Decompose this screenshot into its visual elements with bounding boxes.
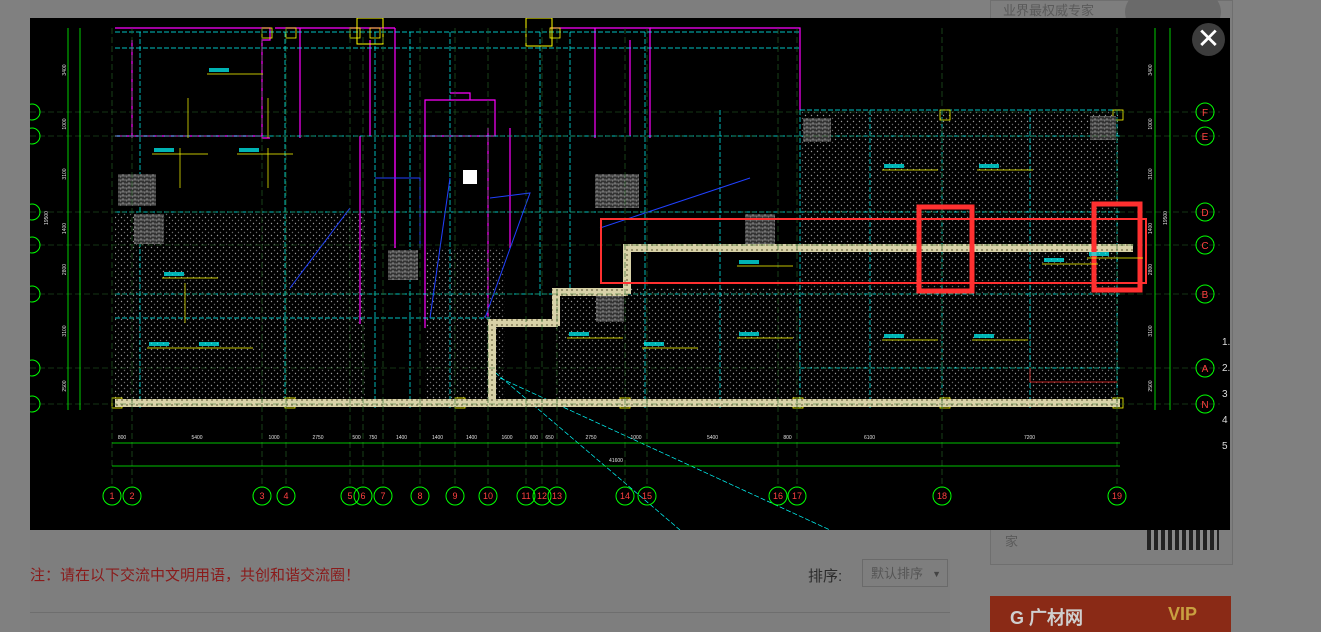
rebar-label [644, 342, 664, 346]
axis-label: D [1201, 208, 1208, 219]
dimension-text: 800 [783, 435, 792, 441]
axis-label: 13 [552, 491, 562, 501]
rebar-label [569, 332, 589, 336]
right-edge-char: 1. [1222, 337, 1231, 348]
dimension-text: 7200 [1024, 435, 1035, 441]
dimension-text: 1400 [1148, 223, 1154, 234]
dimension-text: 2800 [62, 264, 68, 275]
sidebar-top-text: 业界最权威专家 [1003, 3, 1095, 18]
axis-label: 9 [452, 491, 457, 501]
axis-label: A [1202, 364, 1209, 375]
dimension-total: 19500 [1163, 211, 1169, 225]
axis-label: N [1201, 400, 1208, 411]
rebar-label [974, 334, 994, 338]
right-edge-char: 3 [1222, 389, 1228, 400]
axis-label: C [1201, 241, 1208, 252]
dimension-text: 650 [545, 435, 554, 441]
axis-label: 11 [521, 491, 530, 501]
marker-box [463, 170, 477, 184]
rebar-label [884, 164, 904, 168]
axis-label: 10 [483, 491, 493, 501]
dimension-text: 600 [530, 435, 539, 441]
dimension-text: 1400 [432, 435, 443, 441]
comment-rules-note: 注：请在以下交流中文明用语，共创和谐交流圈！ [30, 567, 361, 584]
dimension-text: 1400 [466, 435, 477, 441]
divider [30, 612, 950, 613]
dimension-text: 2500 [1148, 380, 1154, 391]
dimension-text: 3100 [1148, 168, 1154, 179]
close-icon[interactable]: ✕ [1192, 23, 1225, 56]
axis-label: 4 [283, 491, 288, 501]
dimension-text: 3100 [1148, 325, 1154, 336]
banner-brand-text: G 广材网 [1010, 608, 1084, 628]
axis-label: 15 [642, 491, 652, 501]
rebar-label [209, 68, 229, 72]
dimension-text: 5400 [191, 435, 202, 441]
sort-select-value: 默认排序 [871, 566, 924, 581]
sort-label: 排序: [808, 568, 843, 585]
qr-code-icon [1147, 528, 1219, 550]
rebar-label [884, 334, 904, 338]
axis-label: 7 [380, 491, 385, 501]
dimension-text: 2750 [585, 435, 596, 441]
dimension-text: 500 [352, 435, 361, 441]
sidebar-bottom-text: 家 [1005, 534, 1019, 549]
axis-label: 12 [537, 491, 547, 501]
right-edge-char: 5 [1222, 441, 1228, 452]
dimension-text: 1400 [396, 435, 407, 441]
chevron-down-icon: ▼ [932, 569, 941, 579]
rebar-label [164, 272, 184, 276]
axis-label: 16 [773, 491, 783, 501]
axis-label: 2 [129, 491, 134, 501]
dimension-text: 3400 [1148, 64, 1154, 75]
cad-floor-plan-drawing: 1 2 3 4 5 6 7 8 9 10 11 12 13 14 15 16 17 18 19FEDCBAN 800… [23, 17, 1230, 531]
dimension-text: 1000 [268, 435, 279, 441]
banner-vip-text: VIP [1168, 604, 1198, 624]
right-edge-text: 1. 2. 3 4 5 [1222, 330, 1232, 460]
axis-label: B [1202, 290, 1209, 301]
rebar-label [979, 164, 999, 168]
rebar-label [739, 260, 759, 264]
rebar-label [739, 332, 759, 336]
axis-label: 14 [620, 491, 630, 501]
axis-label: 17 [792, 491, 802, 501]
axis-label: 6 [360, 491, 365, 501]
axis-label: 18 [937, 491, 947, 501]
dimension-text: 5400 [707, 435, 718, 441]
dimension-total: 19500 [44, 211, 50, 225]
axis-label: 8 [417, 491, 422, 501]
axis-label: 5 [347, 491, 352, 501]
axis-label: E [1202, 132, 1209, 143]
axis-label: 3 [259, 491, 264, 501]
dimension-text: 2500 [62, 380, 68, 391]
dimension-text: 2750 [312, 435, 323, 441]
rebar-label [239, 148, 259, 152]
sort-select[interactable]: 默认排序 ▼ [862, 559, 948, 587]
rebar-label [1044, 258, 1064, 262]
dimension-text: 1400 [62, 223, 68, 234]
dimension-text: 750 [369, 435, 378, 441]
dimension-text: 1600 [501, 435, 512, 441]
dimension-text: 3400 [62, 64, 68, 75]
rebar-label [149, 342, 169, 346]
image-lightbox[interactable]: 1 2 3 4 5 6 7 8 9 10 11 12 13 14 15 16 17 18 19 F E D C B A N 800… [23, 17, 1230, 531]
rebar-label [1089, 252, 1109, 256]
dimension-text: 2800 [1148, 264, 1154, 275]
dimension-text: 3100 [62, 168, 68, 179]
rebar-label [154, 148, 174, 152]
rebar-label [199, 342, 219, 346]
right-edge-char: 2. [1222, 363, 1231, 374]
dimension-text: 800 [118, 435, 127, 441]
dimension-total: 41600 [609, 458, 623, 464]
axis-label: 19 [1112, 491, 1122, 501]
dimension-text: 3100 [62, 325, 68, 336]
dimension-text: 1000 [62, 118, 68, 129]
dimension-text: 1000 [630, 435, 641, 441]
right-edge-char: 4 [1222, 415, 1228, 426]
dimension-text: 1000 [1148, 118, 1154, 129]
axis-label: F [1202, 108, 1208, 119]
axis-label: 1 [109, 491, 114, 501]
dimension-text: 6100 [864, 435, 875, 441]
